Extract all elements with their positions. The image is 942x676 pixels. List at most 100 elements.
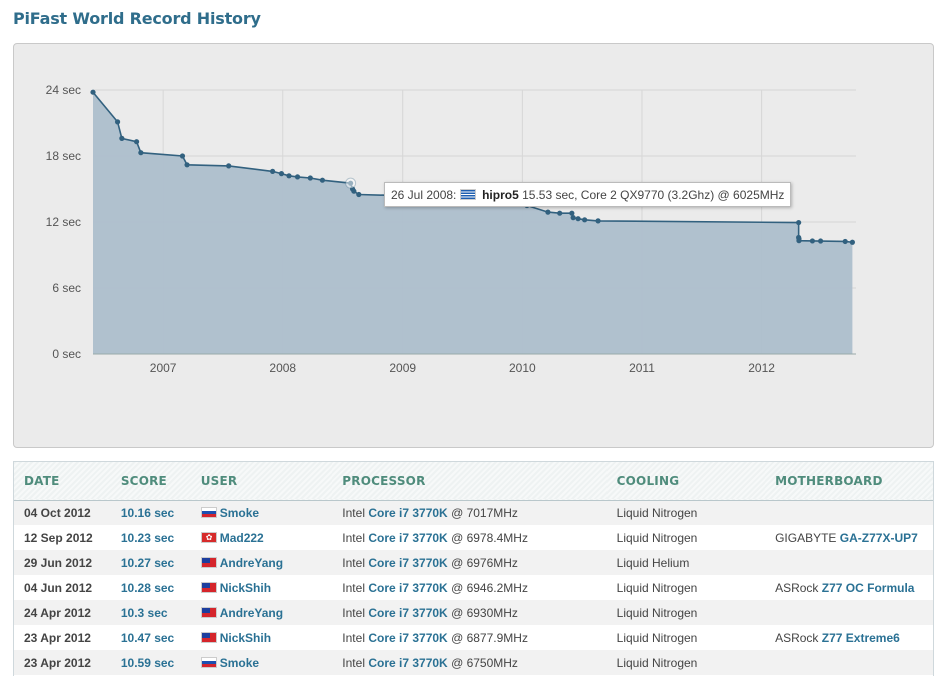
table-row: 04 Jun 2012 10.28 sec NickShih Intel Core i… xyxy=(14,575,933,600)
data-point xyxy=(351,188,357,194)
cpu-model-link[interactable]: Core i7 3770K xyxy=(368,531,447,545)
user-link[interactable]: Smoke xyxy=(220,656,259,670)
table-header-row: DATE SCORE USER PROCESSOR COOLING MOTHER… xyxy=(14,462,933,500)
row-motherboard-cell xyxy=(765,650,933,675)
row-date: 12 Sep 2012 xyxy=(24,530,93,545)
row-motherboard-cell xyxy=(765,500,933,525)
data-point xyxy=(818,238,824,244)
data-point xyxy=(294,174,301,180)
x-tick-label: 2010 xyxy=(509,361,536,375)
data-point xyxy=(278,171,285,177)
cpu-brand: Intel xyxy=(342,630,365,645)
user-link[interactable]: Smoke xyxy=(220,506,259,520)
cpu-frequency: @ 6750MHz xyxy=(451,655,518,670)
table-row: 12 Sep 2012 10.23 sec Mad222 Intel Core i7 … xyxy=(14,525,933,550)
row-user-cell: Mad222 xyxy=(191,525,333,550)
data-point xyxy=(575,216,581,222)
records-table-panel: DATE SCORE USER PROCESSOR COOLING MOTHER… xyxy=(13,461,934,676)
russia-flag-icon xyxy=(200,656,217,668)
cpu-model-link[interactable]: Core i7 3770K xyxy=(368,606,447,620)
x-tick-label: 2007 xyxy=(150,361,177,375)
records-table: DATE SCORE USER PROCESSOR COOLING MOTHER… xyxy=(14,462,933,675)
row-processor-cell: Intel Core i7 3770K @ 6946.2MHz xyxy=(332,575,606,600)
column-header-motherboard[interactable]: MOTHERBOARD xyxy=(765,462,933,500)
row-date: 23 Apr 2012 xyxy=(24,655,91,670)
motherboard-model-link[interactable]: GA-Z77X-UP7 xyxy=(840,531,918,545)
motherboard-brand: ASRock xyxy=(775,580,819,595)
cpu-model-link[interactable]: Core i7 3770K xyxy=(368,656,447,670)
table-row: 04 Oct 2012 10.16 sec Smoke Intel Core i7 3… xyxy=(14,500,933,525)
column-header-user[interactable]: USER xyxy=(191,462,333,500)
row-cooling: Liquid Nitrogen xyxy=(616,655,698,670)
cpu-brand: Intel xyxy=(342,580,365,595)
tooltip-date: 26 Jul 2008: xyxy=(391,188,457,202)
row-motherboard-cell: ASRock Z77 Extreme6 xyxy=(765,625,933,650)
motherboard-brand: GIGABYTE xyxy=(775,530,837,545)
x-tick-label: 2008 xyxy=(269,361,296,375)
cpu-frequency: @ 6978.4MHz xyxy=(451,530,528,545)
data-point xyxy=(119,135,125,141)
data-point xyxy=(356,191,362,198)
data-point xyxy=(809,238,816,244)
user-link[interactable]: NickShih xyxy=(220,631,271,645)
motherboard-model-link[interactable]: Z77 Extreme6 xyxy=(822,631,900,645)
taiwan-flag-icon xyxy=(200,556,217,568)
row-motherboard-cell: ASRock Z77 OC Formula xyxy=(765,575,933,600)
data-point xyxy=(179,153,186,159)
column-header-date[interactable]: DATE xyxy=(14,462,111,500)
row-user-cell: Smoke xyxy=(191,650,333,675)
row-processor-cell: Intel Core i7 3770K @ 6978.4MHz xyxy=(332,525,606,550)
row-cooling: Liquid Nitrogen xyxy=(616,630,698,645)
column-header-cooling[interactable]: COOLING xyxy=(607,462,765,500)
data-point xyxy=(286,173,292,179)
chart-canvas: 0 sec 6 sec 12 sec 18 sec 24 sec 2007 2008 2009… xyxy=(46,83,856,375)
cpu-model-link[interactable]: Core i7 3770K xyxy=(368,581,447,595)
data-point xyxy=(90,89,96,95)
row-date: 04 Oct 2012 xyxy=(24,505,91,520)
user-link[interactable]: NickShih xyxy=(220,581,271,595)
data-point xyxy=(319,177,326,183)
cpu-brand: Intel xyxy=(342,530,365,545)
chart-tooltip: 26 Jul 2008: hipro5 15.53 sec, Core 2 QX… xyxy=(384,182,792,207)
table-row: 24 Apr 2012 10.3 sec AndreYang Intel Core i… xyxy=(14,600,933,625)
row-cooling: Liquid Nitrogen xyxy=(616,605,698,620)
data-point xyxy=(184,162,190,168)
user-link[interactable]: Mad222 xyxy=(220,531,264,545)
row-user-cell: Smoke xyxy=(191,500,333,525)
taiwan-flag-icon xyxy=(200,581,217,593)
motherboard-brand: ASRock xyxy=(775,630,819,645)
hong-kong-flag-icon xyxy=(200,531,217,543)
data-point xyxy=(595,218,601,224)
row-motherboard-cell: GIGABYTE GA-Z77X-UP7 xyxy=(765,525,933,550)
row-motherboard-cell xyxy=(765,550,933,575)
data-point xyxy=(842,238,848,245)
y-tick-label: 12 sec xyxy=(46,215,81,229)
row-processor-cell: Intel Core i7 3770K @ 6877.9MHz xyxy=(332,625,606,650)
row-motherboard-cell xyxy=(765,600,933,625)
data-point xyxy=(557,210,563,216)
cpu-model-link[interactable]: Core i7 3770K xyxy=(368,631,447,645)
row-score: 10.27 sec xyxy=(120,555,175,570)
tooltip-details: 15.53 sec, Core 2 QX9770 (3.2Ghz) @ 6025… xyxy=(522,188,785,202)
table-row: 23 Apr 2012 10.59 sec Smoke Intel Core i7 3… xyxy=(14,650,933,675)
y-tick-label: 0 sec xyxy=(52,347,81,361)
data-point xyxy=(796,238,802,244)
row-processor-cell: Intel Core i7 3770K @ 7017MHz xyxy=(332,500,606,525)
data-point xyxy=(226,163,232,169)
row-cooling: Liquid Nitrogen xyxy=(616,505,698,520)
data-point xyxy=(307,175,313,181)
cpu-frequency: @ 6877.9MHz xyxy=(451,630,528,645)
cpu-frequency: @ 6930MHz xyxy=(451,605,518,620)
cpu-model-link[interactable]: Core i7 3770K xyxy=(368,556,447,570)
highlighted-point xyxy=(345,177,357,189)
x-tick-label: 2012 xyxy=(748,361,775,375)
table-row: 29 Jun 2012 10.27 sec AndreYang Intel Core … xyxy=(14,550,933,575)
cpu-model-link[interactable]: Core i7 3770K xyxy=(368,506,447,520)
user-link[interactable]: AndreYang xyxy=(220,556,283,570)
cpu-frequency: @ 6946.2MHz xyxy=(451,580,528,595)
user-link[interactable]: AndreYang xyxy=(220,606,283,620)
column-header-processor[interactable]: PROCESSOR xyxy=(332,462,606,500)
row-user-cell: NickShih xyxy=(191,625,333,650)
motherboard-model-link[interactable]: Z77 OC Formula xyxy=(822,581,915,595)
column-header-score[interactable]: SCORE xyxy=(111,462,191,500)
